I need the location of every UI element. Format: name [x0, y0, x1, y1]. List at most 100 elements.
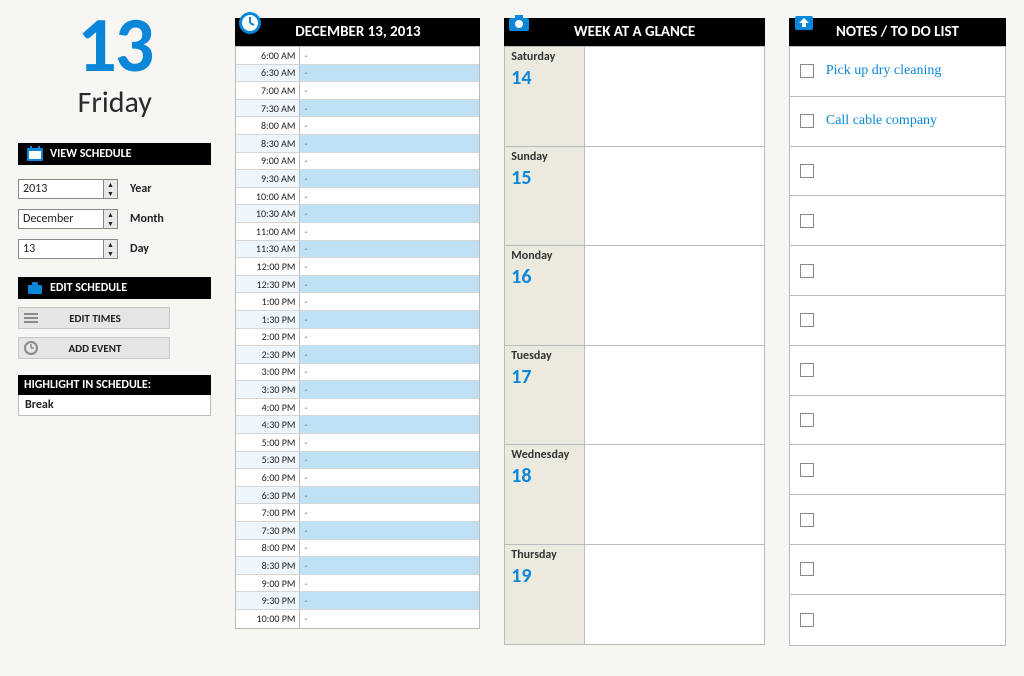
slot-cell[interactable]: - [300, 65, 479, 82]
slot-cell[interactable]: - [300, 153, 479, 170]
time-cell: 6:00 AM [236, 47, 300, 64]
slot-cell[interactable]: - [300, 610, 479, 628]
slot-cell[interactable]: - [300, 205, 479, 222]
slot-cell[interactable]: - [300, 592, 479, 609]
day-down[interactable]: ▼ [104, 249, 117, 258]
week-day-name: Saturday [511, 50, 578, 64]
week-day-label: Tuesday17 [505, 346, 585, 445]
day-label: Day [130, 242, 149, 256]
month-input[interactable]: December ▲▼ [18, 209, 118, 229]
slot-cell[interactable]: - [300, 416, 479, 433]
slot-cell[interactable]: - [300, 452, 479, 469]
day-row: 9:30 AM- [236, 170, 479, 188]
time-cell: 10:30 AM [236, 205, 300, 222]
slot-cell[interactable]: - [300, 276, 479, 293]
slot-cell[interactable]: - [300, 487, 479, 504]
day-row: 1:30 PM- [236, 311, 479, 329]
slot-cell[interactable]: - [300, 258, 479, 275]
day-schedule-table: 6:00 AM-6:30 AM-7:00 AM-7:30 AM-8:00 AM-… [235, 46, 480, 629]
note-checkbox[interactable] [800, 413, 814, 427]
note-checkbox[interactable] [800, 64, 814, 78]
highlight-section: HIGHLIGHT IN SCHEDULE: Break [18, 375, 211, 416]
week-day-number: 14 [511, 66, 578, 90]
note-checkbox[interactable] [800, 363, 814, 377]
note-checkbox[interactable] [800, 313, 814, 327]
note-row [790, 396, 1005, 446]
slot-cell[interactable]: - [300, 469, 479, 486]
week-day-content[interactable] [585, 47, 764, 146]
date-number: 13 [18, 10, 211, 80]
slot-cell[interactable]: - [300, 504, 479, 521]
slot-cell[interactable]: - [300, 223, 479, 240]
slot-cell[interactable]: - [300, 522, 479, 539]
slot-cell[interactable]: - [300, 540, 479, 557]
week-day-content[interactable] [585, 545, 764, 645]
week-day-content[interactable] [585, 445, 764, 544]
day-schedule-panel: DECEMBER 13, 2013 6:00 AM-6:30 AM-7:00 A… [235, 10, 480, 646]
slot-cell[interactable]: - [300, 329, 479, 346]
slot-cell[interactable]: - [300, 170, 479, 187]
slot-cell[interactable]: - [300, 293, 479, 310]
week-day-content[interactable] [585, 147, 764, 246]
slot-cell[interactable]: - [300, 557, 479, 574]
note-text[interactable]: Pick up dry cleaning [826, 63, 941, 79]
slot-cell[interactable]: - [300, 399, 479, 416]
note-row [790, 495, 1005, 545]
slot-cell[interactable]: - [300, 434, 479, 451]
day-row: 6:00 AM- [236, 47, 479, 65]
week-day-number: 19 [511, 564, 578, 588]
slot-cell[interactable]: - [300, 47, 479, 64]
edit-times-button[interactable]: EDIT TIMES [18, 307, 170, 329]
note-row [790, 196, 1005, 246]
slot-cell[interactable]: - [300, 135, 479, 152]
day-input[interactable]: 13 ▲▼ [18, 239, 118, 259]
view-schedule-label: VIEW SCHEDULE [50, 147, 132, 161]
month-up[interactable]: ▲ [104, 210, 117, 219]
time-cell: 7:00 AM [236, 82, 300, 99]
note-text[interactable]: Call cable company [826, 113, 937, 129]
week-day-name: Thursday [511, 548, 578, 562]
slot-cell[interactable]: - [300, 100, 479, 117]
note-checkbox[interactable] [800, 562, 814, 576]
highlight-input[interactable]: Break [18, 395, 211, 416]
day-row: 8:00 AM- [236, 117, 479, 135]
week-table: Saturday14Sunday15Monday16Tuesday17Wedne… [504, 46, 765, 645]
week-day-name: Tuesday [511, 349, 578, 363]
day-row: 4:00 PM- [236, 399, 479, 417]
slot-cell[interactable]: - [300, 575, 479, 592]
note-checkbox[interactable] [800, 164, 814, 178]
year-label: Year [130, 182, 152, 196]
list-icon [19, 311, 43, 325]
note-row [790, 545, 1005, 595]
time-cell: 6:30 AM [236, 65, 300, 82]
year-down[interactable]: ▼ [104, 189, 117, 198]
slot-cell[interactable]: - [300, 188, 479, 205]
slot-cell[interactable]: - [300, 346, 479, 363]
week-day-content[interactable] [585, 246, 764, 345]
add-event-button[interactable]: ADD EVENT [18, 337, 170, 359]
day-row: 9:30 PM- [236, 592, 479, 610]
note-checkbox[interactable] [800, 513, 814, 527]
year-input[interactable]: 2013 ▲▼ [18, 179, 118, 199]
note-checkbox[interactable] [800, 613, 814, 627]
week-day-content[interactable] [585, 346, 764, 445]
note-checkbox[interactable] [800, 264, 814, 278]
day-up[interactable]: ▲ [104, 240, 117, 249]
slot-cell[interactable]: - [300, 364, 479, 381]
note-checkbox[interactable] [800, 463, 814, 477]
time-cell: 6:30 PM [236, 487, 300, 504]
note-checkbox[interactable] [800, 114, 814, 128]
month-down[interactable]: ▼ [104, 219, 117, 228]
week-cell: Monday16 [505, 246, 764, 346]
slot-cell[interactable]: - [300, 82, 479, 99]
notes-title: NOTES / TO DO LIST [836, 23, 959, 41]
slot-cell[interactable]: - [300, 117, 479, 134]
year-up[interactable]: ▲ [104, 180, 117, 189]
slot-cell[interactable]: - [300, 311, 479, 328]
slot-cell[interactable]: - [300, 241, 479, 258]
slot-cell[interactable]: - [300, 381, 479, 398]
time-cell: 4:30 PM [236, 416, 300, 433]
week-day-name: Wednesday [511, 448, 578, 462]
note-checkbox[interactable] [800, 214, 814, 228]
day-row: 8:30 PM- [236, 557, 479, 575]
